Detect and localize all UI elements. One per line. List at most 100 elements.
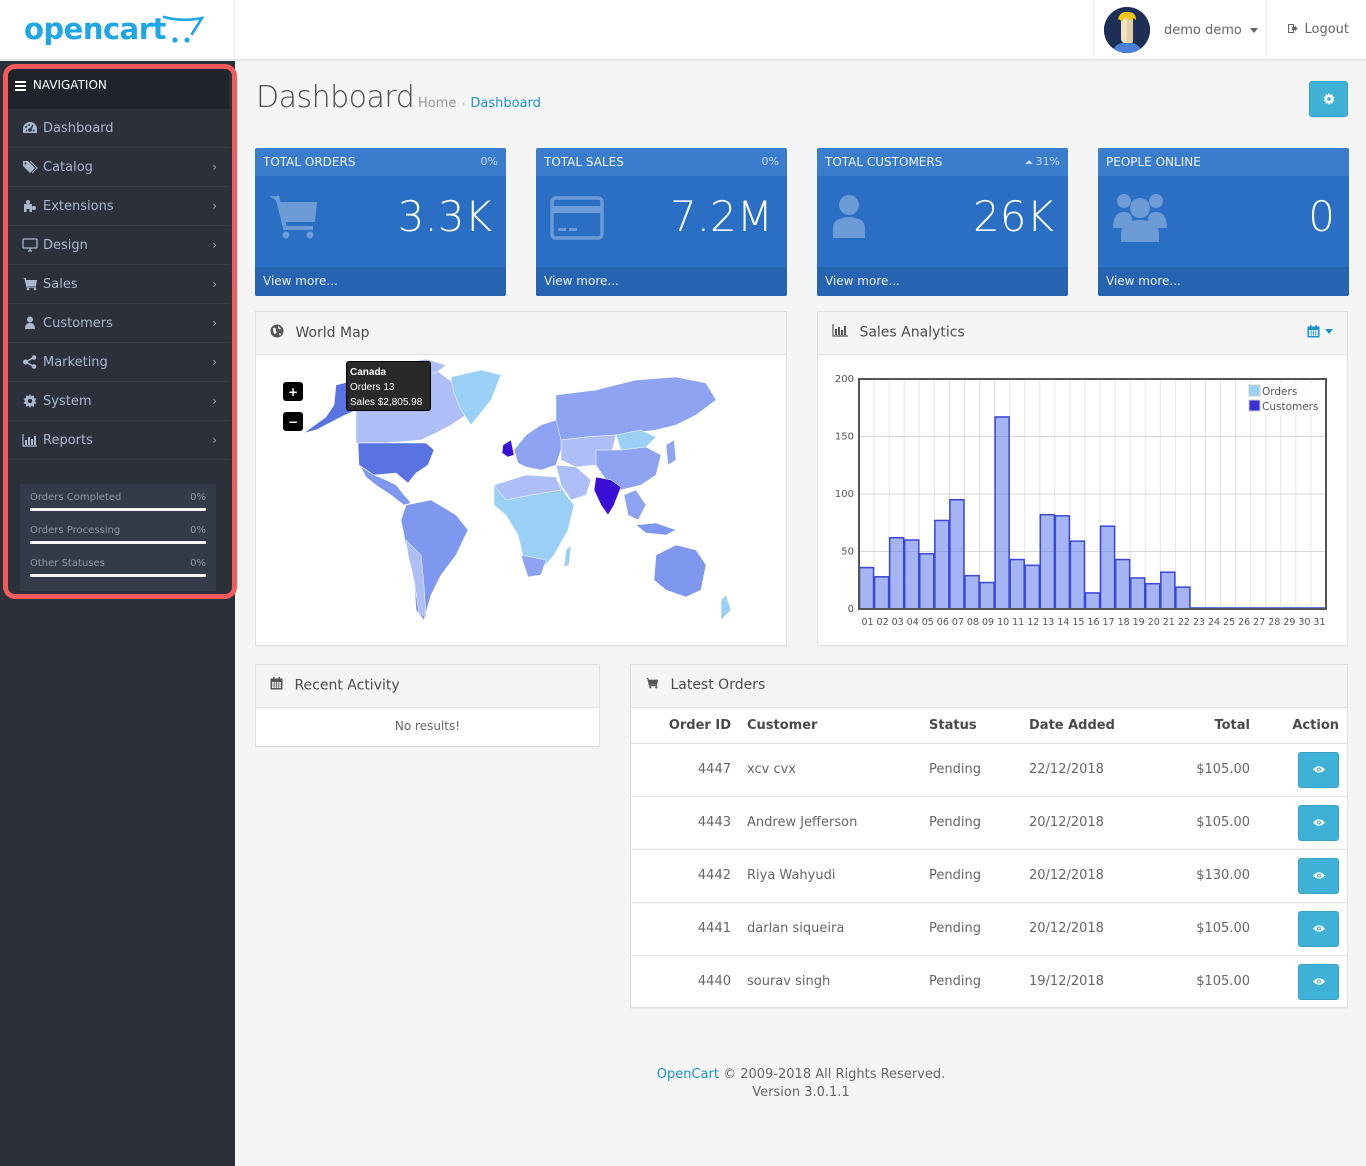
view-more-link[interactable]: View more... bbox=[255, 267, 506, 296]
tags-icon bbox=[20, 160, 40, 174]
view-order-button[interactable] bbox=[1298, 804, 1339, 841]
map-region-japan bbox=[665, 439, 677, 466]
order-action bbox=[1258, 902, 1347, 956]
order-customer: darlan siqueira bbox=[739, 902, 921, 956]
table-row: 4443 Andrew Jefferson Pending 20/12/2018… bbox=[631, 796, 1347, 850]
bar bbox=[1144, 582, 1161, 610]
calendar-icon bbox=[1307, 325, 1320, 338]
sidebar-item-marketing[interactable]: Marketing › bbox=[8, 343, 229, 382]
footer: OpenCart © 2009-2018 All Rights Reserved… bbox=[236, 1066, 1366, 1102]
table-row: 4441 darlan siqueira Pending 20/12/2018 … bbox=[631, 902, 1347, 956]
sales-chart: 0 50 100 150 200 01 02 03 04 05 06 07 08 09 10 11 12 13 14… bbox=[835, 374, 1327, 628]
nav-header[interactable]: NAVIGATION bbox=[8, 69, 229, 109]
chevron-right-icon: › bbox=[212, 316, 217, 330]
bar bbox=[1099, 525, 1116, 610]
sidebar-item-system[interactable]: System › bbox=[8, 382, 229, 421]
opencart-link[interactable]: OpenCart bbox=[657, 1067, 719, 1082]
sidebar-item-design[interactable]: Design › bbox=[8, 226, 229, 265]
settings-button[interactable] bbox=[1309, 81, 1348, 117]
cart-icon bbox=[20, 277, 40, 291]
column-header: Action bbox=[1258, 708, 1347, 744]
sidebar-item-customers[interactable]: Customers › bbox=[8, 304, 229, 343]
progress-bar bbox=[30, 508, 206, 511]
y-tick-label: 150 bbox=[835, 432, 854, 443]
map-region-new-zealand bbox=[720, 594, 732, 621]
map-region-australia bbox=[653, 544, 707, 598]
tile-title: TOTAL CUSTOMERS bbox=[825, 155, 943, 169]
bar bbox=[964, 574, 980, 610]
column-header[interactable]: Total bbox=[1161, 708, 1258, 744]
user-menu[interactable]: demo demo bbox=[1093, 0, 1267, 60]
view-order-button[interactable] bbox=[1298, 857, 1339, 894]
view-more-link[interactable]: View more... bbox=[536, 267, 787, 296]
view-order-button[interactable] bbox=[1298, 963, 1339, 1000]
logout-button[interactable]: Logout bbox=[1288, 22, 1349, 37]
x-tick-label: 28 bbox=[1268, 617, 1280, 628]
tooltip-country: Canada bbox=[350, 367, 387, 378]
sidebar-item-label: Catalog bbox=[43, 159, 93, 175]
x-tick-label: 25 bbox=[1223, 617, 1235, 628]
breadcrumb-home[interactable]: Home bbox=[418, 96, 456, 111]
y-tick-label: 0 bbox=[848, 604, 854, 615]
tooltip-sales: Sales $2,805.98 bbox=[350, 397, 423, 408]
sidebar-item-label: System bbox=[43, 393, 92, 409]
map-region-se-asia bbox=[623, 489, 647, 521]
order-customer: sourav singh bbox=[747, 974, 831, 990]
tile-value: 26K bbox=[973, 192, 1054, 241]
sign-out-icon bbox=[1288, 23, 1302, 36]
panel-header: Sales Analytics bbox=[818, 312, 1347, 355]
x-tick-label: 30 bbox=[1298, 617, 1310, 628]
sidebar-item-sales[interactable]: Sales › bbox=[8, 265, 229, 304]
order-date: 20/12/2018 bbox=[1021, 796, 1161, 850]
breadcrumb-separator-icon: › bbox=[461, 99, 466, 110]
view-order-button[interactable] bbox=[1298, 910, 1339, 947]
breadcrumb-current[interactable]: Dashboard bbox=[470, 96, 541, 111]
tile-change: 0% bbox=[761, 155, 779, 168]
tile-people-online: PEOPLE ONLINE 0 View more... bbox=[1098, 148, 1349, 296]
view-order-button[interactable] bbox=[1298, 751, 1339, 788]
date-range-dropdown[interactable] bbox=[1307, 325, 1333, 338]
eye-icon bbox=[1312, 872, 1325, 879]
tile-header: TOTAL SALES 0% bbox=[536, 148, 787, 176]
x-tick-label: 31 bbox=[1313, 617, 1325, 628]
x-tick-label: 20 bbox=[1148, 617, 1160, 628]
sidebar-item-reports[interactable]: Reports › bbox=[8, 421, 229, 460]
sidebar-item-extensions[interactable]: Extensions › bbox=[8, 187, 229, 226]
tile-title: TOTAL ORDERS bbox=[263, 155, 356, 169]
tile-value: 7.2M bbox=[669, 192, 773, 241]
share-icon bbox=[20, 355, 40, 369]
view-more-link[interactable]: View more... bbox=[817, 267, 1068, 296]
hamburger-icon bbox=[15, 79, 26, 93]
world-map-panel: World Map + − bbox=[255, 311, 787, 646]
sidebar-item-dashboard[interactable]: Dashboard bbox=[8, 109, 229, 148]
tile-title: TOTAL SALES bbox=[544, 155, 624, 169]
stat-percent: 0% bbox=[190, 492, 206, 503]
x-tick-label: 21 bbox=[1163, 617, 1175, 628]
sidebar-item-label: Customers bbox=[43, 315, 113, 331]
progress-bar bbox=[30, 541, 206, 544]
order-date: 19/12/2018 bbox=[1029, 974, 1104, 990]
world-map[interactable] bbox=[256, 355, 786, 645]
table-row: 4447 xcv cvx Pending 22/12/2018 $105.00 bbox=[631, 743, 1347, 797]
tile-change-value: 31% bbox=[1035, 155, 1060, 168]
order-id: 4447 bbox=[631, 743, 739, 797]
logo[interactable]: opencart bbox=[0, 0, 235, 60]
bar bbox=[1129, 577, 1146, 610]
chevron-right-icon: › bbox=[212, 199, 217, 213]
column-header[interactable]: Date Added bbox=[1021, 708, 1161, 744]
view-more-link[interactable]: View more... bbox=[1098, 267, 1349, 296]
map-zoom-in-button[interactable]: + bbox=[283, 382, 303, 401]
sidebar: NAVIGATION Dashboard Catalog › Extension… bbox=[0, 61, 235, 1166]
map-region-indonesia bbox=[635, 522, 677, 536]
sidebar-item-catalog[interactable]: Catalog › bbox=[8, 148, 229, 187]
stat-percent: 0% bbox=[190, 558, 206, 569]
column-header[interactable]: Status bbox=[921, 708, 1021, 744]
bar-chart-icon bbox=[20, 433, 40, 447]
map-zoom-out-button[interactable]: − bbox=[283, 412, 303, 431]
column-header[interactable]: Order ID bbox=[631, 708, 739, 744]
tile-value: 3.3K bbox=[397, 192, 492, 241]
column-header[interactable]: Customer bbox=[739, 708, 921, 744]
credit-card-icon bbox=[550, 196, 604, 240]
map-region-russia bbox=[555, 376, 717, 441]
order-id: 4441 bbox=[631, 902, 739, 956]
